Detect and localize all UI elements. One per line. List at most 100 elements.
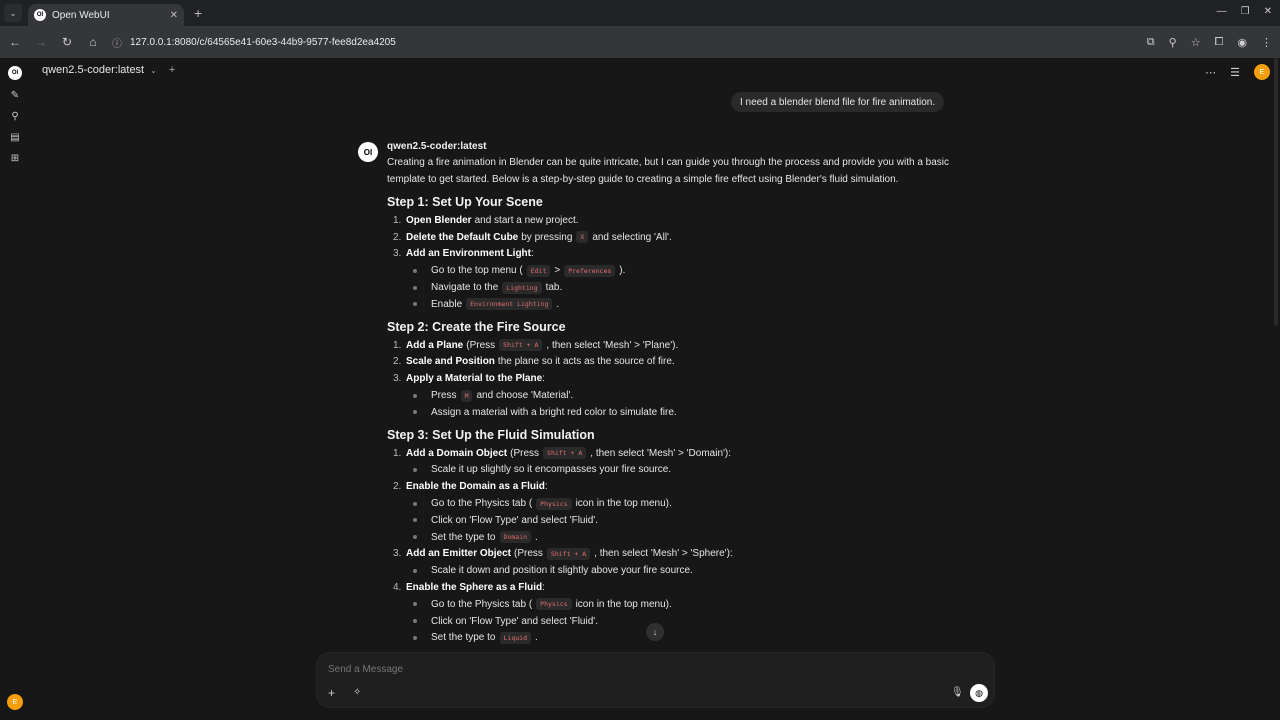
list-item: 1. Open Blender and start a new project.	[393, 212, 958, 229]
tools-icon[interactable]: ✧	[353, 687, 361, 698]
sub-item: Scale it up slightly so it encompasses y…	[393, 462, 958, 479]
step-list: 1. Add a Plane (Press Shift + A, then selec…	[393, 337, 958, 421]
step-number: 2.	[393, 356, 402, 368]
step-title: Enable the Sphere as a Fluid	[406, 582, 543, 594]
add-attachment-icon[interactable]: +	[328, 686, 335, 700]
step-number: 3.	[393, 548, 402, 560]
browser-menu-icon[interactable]: ⋮	[1261, 36, 1272, 49]
top-right-controls: ⋯ ☰ E	[1205, 64, 1270, 80]
notes-icon[interactable]: ▤	[8, 132, 22, 143]
chevron-down-icon[interactable]: ⌄	[150, 66, 157, 75]
step-text: by pressing	[521, 231, 573, 243]
sub-text: >	[554, 265, 561, 277]
list-item: 1. Add a Plane (Press Shift + A, then selec…	[393, 337, 958, 354]
sub-item: Go to the Physics tab (Physics icon in th…	[393, 596, 958, 613]
sub-text: Set the type to	[431, 632, 496, 644]
step-title: Add a Domain Object	[406, 447, 508, 459]
inline-code: Edit	[526, 264, 551, 277]
sub-item: Press Mand choose 'Material'.	[393, 387, 958, 404]
install-app-icon[interactable]: ⧉	[1147, 36, 1155, 49]
step-title: Apply a Material to the Plane	[406, 373, 543, 385]
bullet-icon	[413, 410, 417, 415]
avatar[interactable]: E	[1254, 64, 1270, 80]
step-title: Delete the Default Cube	[406, 231, 519, 243]
step-number: 4.	[393, 582, 402, 594]
step-row: 1. Open Blender and start a new project.	[393, 212, 958, 229]
sub-item: Assign a material with a bright red colo…	[393, 404, 958, 421]
reload-icon[interactable]: ↻	[60, 35, 74, 49]
bullet-icon	[413, 518, 417, 523]
address-bar: ← → ↻ ⌂ ⓘ 127.0.0.1:8080/c/64565e41-60e3…	[0, 26, 1280, 58]
model-selector[interactable]: qwen2.5-coder:latest ⌄ +	[42, 64, 175, 76]
window-close-icon[interactable]: ✕	[1264, 6, 1272, 17]
minimize-icon[interactable]: —	[1217, 6, 1227, 17]
controls-icon[interactable]: ☰	[1230, 66, 1240, 79]
site-info-icon[interactable]: ⓘ	[112, 35, 122, 50]
bullet-icon	[413, 535, 417, 540]
list-item: 3. Add an Emitter Object (Press Shift + A, …	[393, 546, 958, 580]
home-icon[interactable]: ⌂	[86, 35, 100, 49]
zoom-icon[interactable]: ⚲	[1169, 36, 1177, 49]
step-text: (Press	[510, 447, 540, 459]
step-title: Add an Emitter Object	[406, 548, 512, 560]
user-message: I need a blender blend file for fire ani…	[731, 92, 945, 112]
tab-search-icon[interactable]: ⌄	[4, 4, 22, 22]
sub-text: icon in the top menu).	[575, 498, 672, 510]
profile-icon[interactable]: ◉	[1237, 36, 1247, 49]
section-heading: Step 2: Create the Fire Source	[387, 319, 566, 334]
search-icon[interactable]: ⚲	[8, 111, 22, 122]
close-icon[interactable]: ✕	[170, 10, 178, 21]
inline-code: Shift + A	[499, 339, 543, 352]
bullet-icon	[413, 602, 417, 607]
sub-text: Scale it up slightly so it encompasses y…	[431, 464, 672, 476]
inline-code: Shift + A	[546, 547, 591, 560]
more-icon[interactable]: ⋯	[1205, 66, 1216, 79]
extensions-icon[interactable]: ⧠	[1215, 36, 1224, 49]
scrollbar[interactable]	[1274, 58, 1278, 326]
workspace-icon[interactable]: ⊞	[8, 153, 22, 164]
user-avatar[interactable]: E	[7, 694, 23, 710]
add-model-icon[interactable]: +	[169, 64, 175, 76]
sub-item: Set the type to Domain.	[393, 529, 958, 546]
microphone-icon[interactable]: 🎙	[951, 687, 964, 698]
sub-text: Go to the Physics tab (	[431, 598, 533, 610]
sub-text: icon in the top menu).	[575, 598, 672, 610]
list-item: 4. Enable the Sphere as a Fluid: Go to the…	[393, 579, 958, 646]
voice-mode-icon[interactable]: ◍	[970, 684, 988, 702]
app-logo-icon[interactable]: OI	[8, 66, 22, 80]
maximize-icon[interactable]: ❐	[1241, 6, 1250, 17]
step-text: :	[544, 481, 548, 493]
step-title: Add a Plane	[406, 339, 464, 351]
browser-tab[interactable]: OI Open WebUI ✕	[28, 4, 184, 26]
bookmark-star-icon[interactable]: ☆	[1191, 36, 1201, 49]
list-item: 2. Enable the Domain as a Fluid: Go to the…	[393, 478, 958, 545]
url-text: 127.0.0.1:8080/c/64565e41-60e3-44b9-9577…	[130, 36, 396, 48]
sub-text: Go to the Physics tab (	[431, 498, 533, 510]
url-field[interactable]: ⓘ 127.0.0.1:8080/c/64565e41-60e3-44b9-95…	[112, 35, 396, 50]
sub-text: Click on 'Flow Type' and select 'Fluid'.	[431, 615, 598, 627]
inline-code: Shift + A	[543, 447, 587, 460]
back-icon[interactable]: ←	[8, 35, 22, 49]
new-tab-icon[interactable]: +	[194, 5, 202, 21]
sub-text: .	[534, 531, 538, 543]
step-number: 1.	[393, 339, 402, 351]
step-row: 1. Add a Plane (Press Shift + A, then selec…	[393, 337, 958, 354]
sidebar-rail: OI ✎ ⚲ ▤ ⊞ E	[0, 58, 30, 720]
sub-text: .	[556, 298, 560, 310]
step-text: (Press	[466, 339, 496, 351]
step-row: 1. Add a Domain Object (Press Shift + A, th…	[393, 445, 958, 462]
step-number: 3.	[393, 373, 402, 385]
sub-text: Navigate to the	[431, 282, 499, 294]
scroll-down-icon[interactable]: ↓	[646, 623, 664, 641]
forward-icon[interactable]: →	[34, 35, 48, 49]
step-text: and start a new project.	[474, 214, 579, 226]
bullet-icon	[413, 268, 417, 273]
message-input[interactable]	[328, 660, 928, 678]
step-row: 2. Delete the Default Cube by pressing Xand…	[393, 229, 958, 246]
list-item: 3. Add an Environment Light: Go to the top…	[393, 246, 958, 313]
list-item: 2. Delete the Default Cube by pressing Xand…	[393, 229, 958, 246]
step-row: 2. Enable the Domain as a Fluid:	[393, 478, 958, 495]
step-text: :	[531, 248, 534, 260]
bullet-icon	[413, 285, 417, 290]
new-chat-icon[interactable]: ✎	[8, 90, 22, 101]
